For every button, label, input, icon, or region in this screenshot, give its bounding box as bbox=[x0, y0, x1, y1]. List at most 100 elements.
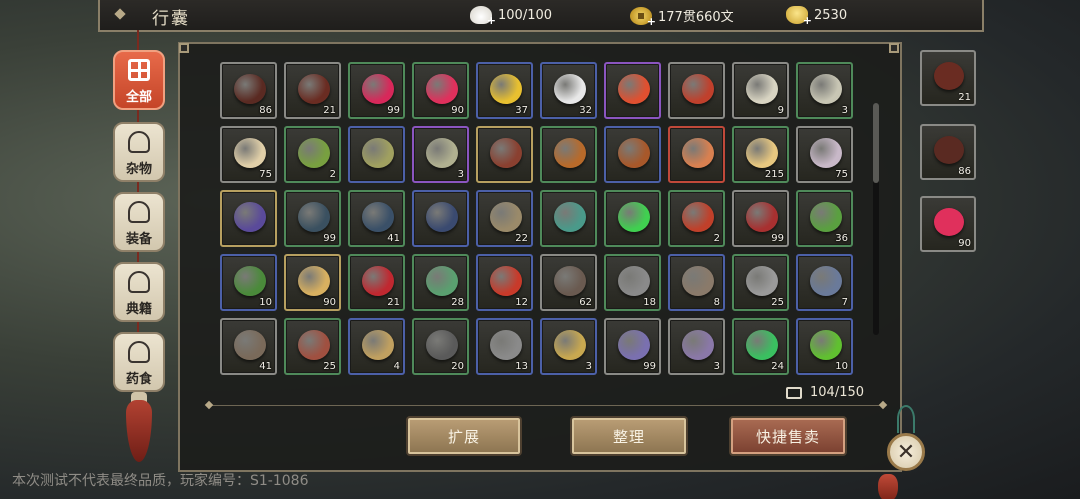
inventory-slot[interactable]: 21 bbox=[348, 254, 405, 311]
inventory-slot[interactable]: 24 bbox=[732, 318, 789, 375]
inventory-slot[interactable] bbox=[220, 190, 277, 247]
inventory-slot[interactable] bbox=[604, 126, 661, 183]
item-count: 10 bbox=[259, 297, 272, 308]
inventory-slot[interactable]: 3 bbox=[540, 318, 597, 375]
item-count: 86 bbox=[958, 166, 971, 177]
tab-all[interactable]: 全部 bbox=[113, 50, 165, 110]
inventory-slot[interactable]: 99 bbox=[348, 62, 405, 119]
inventory-slot[interactable]: 75 bbox=[796, 126, 853, 183]
quick-slot[interactable]: 90 bbox=[920, 196, 976, 252]
inventory-slot[interactable]: 99 bbox=[284, 190, 341, 247]
inventory-slot[interactable]: 4 bbox=[348, 318, 405, 375]
inventory-slot[interactable]: 3 bbox=[668, 318, 725, 375]
panel-corner bbox=[889, 43, 899, 53]
item-icon bbox=[298, 202, 330, 232]
inventory-slot[interactable]: 2 bbox=[284, 126, 341, 183]
item-icon bbox=[810, 266, 842, 296]
inventory-slot[interactable]: 32 bbox=[540, 62, 597, 119]
ingots-value: 2530 bbox=[814, 7, 848, 23]
inventory-slot[interactable] bbox=[604, 190, 661, 247]
inventory-slot[interactable]: 36 bbox=[796, 190, 853, 247]
item-count: 24 bbox=[771, 361, 784, 372]
inventory-slot[interactable]: 41 bbox=[348, 190, 405, 247]
inventory-slot[interactable]: 20 bbox=[412, 318, 469, 375]
inventory-slot[interactable] bbox=[668, 62, 725, 119]
inventory-slot[interactable] bbox=[668, 126, 725, 183]
inventory-slot[interactable]: 37 bbox=[476, 62, 533, 119]
item-count: 25 bbox=[771, 297, 784, 308]
inventory-slot[interactable]: 215 bbox=[732, 126, 789, 183]
coins-display[interactable]: + 177贯660文 bbox=[630, 6, 734, 28]
panel-corner bbox=[179, 43, 189, 53]
inventory-slot[interactable]: 62 bbox=[540, 254, 597, 311]
item-icon bbox=[618, 202, 650, 232]
tab-books[interactable]: 典籍 bbox=[113, 262, 165, 322]
tab-label: 药食 bbox=[125, 372, 152, 387]
inventory-slot[interactable]: 8 bbox=[668, 254, 725, 311]
inventory-slot[interactable]: 3 bbox=[412, 126, 469, 183]
expand-button[interactable]: 扩展 bbox=[408, 418, 520, 454]
sort-button[interactable]: 整理 bbox=[572, 418, 686, 454]
item-icon bbox=[682, 138, 714, 168]
item-count: 3 bbox=[457, 169, 464, 180]
inventory-slot[interactable]: 9 bbox=[732, 62, 789, 119]
inventory-slot[interactable]: 13 bbox=[476, 318, 533, 375]
item-count: 4 bbox=[393, 361, 400, 372]
coin-icon: + bbox=[630, 6, 656, 28]
inventory-slot[interactable] bbox=[540, 190, 597, 247]
inventory-slot[interactable]: 25 bbox=[732, 254, 789, 311]
inventory-slot[interactable]: 75 bbox=[220, 126, 277, 183]
inventory-slot[interactable]: 86 bbox=[220, 62, 277, 119]
inventory-slot[interactable]: 90 bbox=[412, 62, 469, 119]
inventory-slot[interactable]: 25 bbox=[284, 318, 341, 375]
inventory-slot[interactable]: 22 bbox=[476, 190, 533, 247]
item-count: 32 bbox=[579, 105, 592, 116]
inventory-slot[interactable] bbox=[348, 126, 405, 183]
quick-sell-button[interactable]: 快捷售卖 bbox=[731, 418, 845, 454]
item-icon bbox=[746, 330, 778, 360]
tab-misc[interactable]: 杂物 bbox=[113, 122, 165, 182]
inventory-slot[interactable] bbox=[604, 62, 661, 119]
item-icon bbox=[490, 202, 522, 232]
inventory-slot[interactable]: 99 bbox=[604, 318, 661, 375]
item-icon bbox=[746, 202, 778, 232]
item-icon bbox=[682, 330, 714, 360]
inventory-slot[interactable]: 21 bbox=[284, 62, 341, 119]
quick-slot[interactable]: 86 bbox=[920, 124, 976, 180]
item-icon bbox=[618, 330, 650, 360]
stamina-display[interactable]: + 100/100 bbox=[470, 6, 552, 27]
item-icon bbox=[426, 266, 458, 296]
inventory-slot[interactable]: 28 bbox=[412, 254, 469, 311]
item-count: 62 bbox=[579, 297, 592, 308]
item-icon bbox=[234, 266, 266, 296]
item-icon bbox=[810, 138, 842, 168]
scrollbar-thumb[interactable] bbox=[873, 103, 879, 183]
inventory-slot[interactable]: 12 bbox=[476, 254, 533, 311]
inventory-slot[interactable]: 3 bbox=[796, 62, 853, 119]
item-count: 36 bbox=[835, 233, 848, 244]
tab-equipment[interactable]: 装备 bbox=[113, 192, 165, 252]
item-count: 18 bbox=[643, 297, 656, 308]
ingots-display[interactable]: + 2530 bbox=[786, 6, 848, 27]
close-button[interactable]: ✕ bbox=[887, 433, 925, 471]
inventory-slot[interactable]: 10 bbox=[796, 318, 853, 375]
inventory-slot[interactable]: 90 bbox=[284, 254, 341, 311]
inventory-slot[interactable]: 7 bbox=[796, 254, 853, 311]
inventory-slot[interactable] bbox=[412, 190, 469, 247]
item-count: 2 bbox=[713, 233, 720, 244]
item-count: 3 bbox=[713, 361, 720, 372]
item-icon bbox=[618, 266, 650, 296]
inventory-slot[interactable]: 10 bbox=[220, 254, 277, 311]
inventory-slot[interactable]: 18 bbox=[604, 254, 661, 311]
inventory-slot[interactable]: 41 bbox=[220, 318, 277, 375]
inventory-slot[interactable]: 2 bbox=[668, 190, 725, 247]
inventory-slot[interactable] bbox=[476, 126, 533, 183]
tab-medicine-food[interactable]: 药食 bbox=[113, 332, 165, 392]
inventory-slot[interactable] bbox=[540, 126, 597, 183]
inventory-slot[interactable]: 99 bbox=[732, 190, 789, 247]
item-icon bbox=[810, 330, 842, 360]
fan-icon bbox=[128, 131, 150, 153]
item-icon bbox=[426, 138, 458, 168]
quick-slot[interactable]: 21 bbox=[920, 50, 976, 106]
item-icon bbox=[554, 74, 586, 104]
